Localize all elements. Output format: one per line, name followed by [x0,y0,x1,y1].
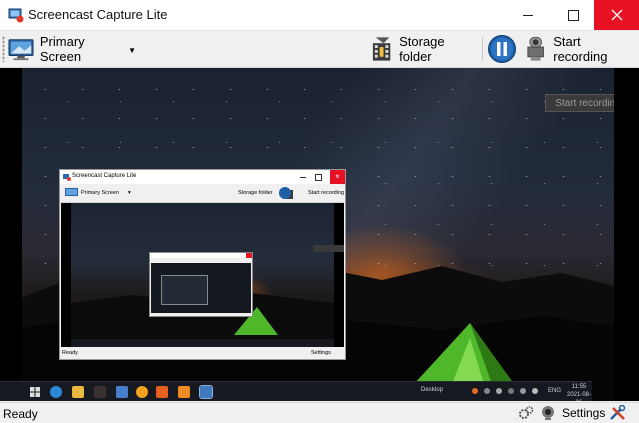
pause-icon [279,187,291,199]
taskbar-desktop-label: Desktop [421,387,444,393]
nested-screen-label: Primary Screen [81,190,119,196]
close-icon: × [330,170,345,184]
settings-button[interactable]: Settings [560,404,638,422]
nested-record-label: Start recording [308,190,345,196]
nested-settings-label: Settings [311,350,331,356]
nested-desktop [71,203,344,347]
storage-folder-label: Storage folder [399,34,445,64]
nested-inner-preview [151,263,251,313]
firefox-icon [136,386,148,398]
nested-status-text: Ready [62,350,78,356]
tray-icon [484,388,490,394]
screen-selector-dropdown[interactable]: Primary Screen ▼ [8,33,136,65]
close-icon [611,9,622,21]
start-recording-button[interactable]: Start recording [524,33,636,65]
cpu-gears-icon[interactable] [518,405,534,421]
storage-folder-button[interactable]: Storage folder [370,33,478,65]
nested-storage-label: Storage folder [238,190,273,196]
taskbar-date: 2021-08-06 [566,392,592,401]
minimize-icon [300,177,306,178]
screencast-app-icon [8,8,24,23]
nested-inner-window [149,252,253,317]
tray-icon [472,388,478,394]
app-icon [94,386,106,398]
screen-preview: Start recording Screencast Capture Lite … [0,68,639,401]
screencast-app-icon [63,174,71,181]
tray-icon [508,388,514,394]
tray-icon [496,388,502,394]
nested-inner-title [150,253,252,258]
monitor-icon [8,39,34,61]
taskbar-clock: 11:55 2021-08-06 [566,383,592,401]
windows-start-icon [30,387,40,397]
captured-taskbar: Desktop ENG 11:55 2021-08-06 [0,381,592,401]
screencast-app-icon [199,385,213,399]
nested-toolbar: Primary Screen ▾ Storage folder Start re… [60,184,345,203]
camera-record-icon [527,36,544,61]
window-title: Screencast Capture Lite [28,7,168,22]
nested-inner-frame [161,275,208,305]
maximize-button[interactable] [550,0,596,30]
status-bar: Ready Settings [0,402,639,423]
tray-icon [532,388,538,394]
nested-app-window: Screencast Capture Lite × Primary Screen… [59,169,346,360]
close-icon [246,253,252,258]
status-text: Ready [3,407,38,421]
pause-button[interactable] [486,34,518,64]
app-icon [156,386,168,398]
overlay-start-recording-label: Start recording [545,94,614,112]
tray-icon [520,388,526,394]
maximize-icon [315,174,322,181]
chevron-down-icon: ▾ [128,190,131,196]
nested-status-bar: Ready Settings [60,347,345,359]
tools-icon [610,405,626,420]
screen-selector-label: Primary Screen [39,34,85,64]
file-explorer-icon [72,386,84,398]
nested-overlay-record [313,245,344,252]
settings-label: Settings [562,406,606,420]
chevron-down-icon: ▼ [128,45,136,55]
monitor-icon [65,188,78,196]
toolbar: Primary Screen ▼ Storage folder Start re… [0,31,639,68]
edge-icon [50,386,62,398]
film-folder-icon [372,37,391,61]
webcam-icon[interactable] [540,405,556,421]
app-icon [178,386,190,398]
toolbar-grip[interactable] [2,36,5,62]
taskbar-language: ENG [548,388,562,394]
minimize-icon [523,14,533,16]
nested-taskbar [71,339,334,347]
nested-window-title: Screencast Capture Lite [72,173,137,179]
title-bar: Screencast Capture Lite [0,0,639,31]
nested-title-bar: Screencast Capture Lite × [60,170,345,184]
toolbar-divider [482,37,483,61]
minimize-button[interactable] [505,0,551,30]
close-button[interactable] [594,0,639,30]
app-icon [116,386,128,398]
pause-icon [488,35,516,63]
start-recording-label: Start recording [553,34,608,64]
maximize-icon [567,9,579,21]
taskbar-time: 11:55 [571,384,587,390]
nested-preview [61,203,344,347]
